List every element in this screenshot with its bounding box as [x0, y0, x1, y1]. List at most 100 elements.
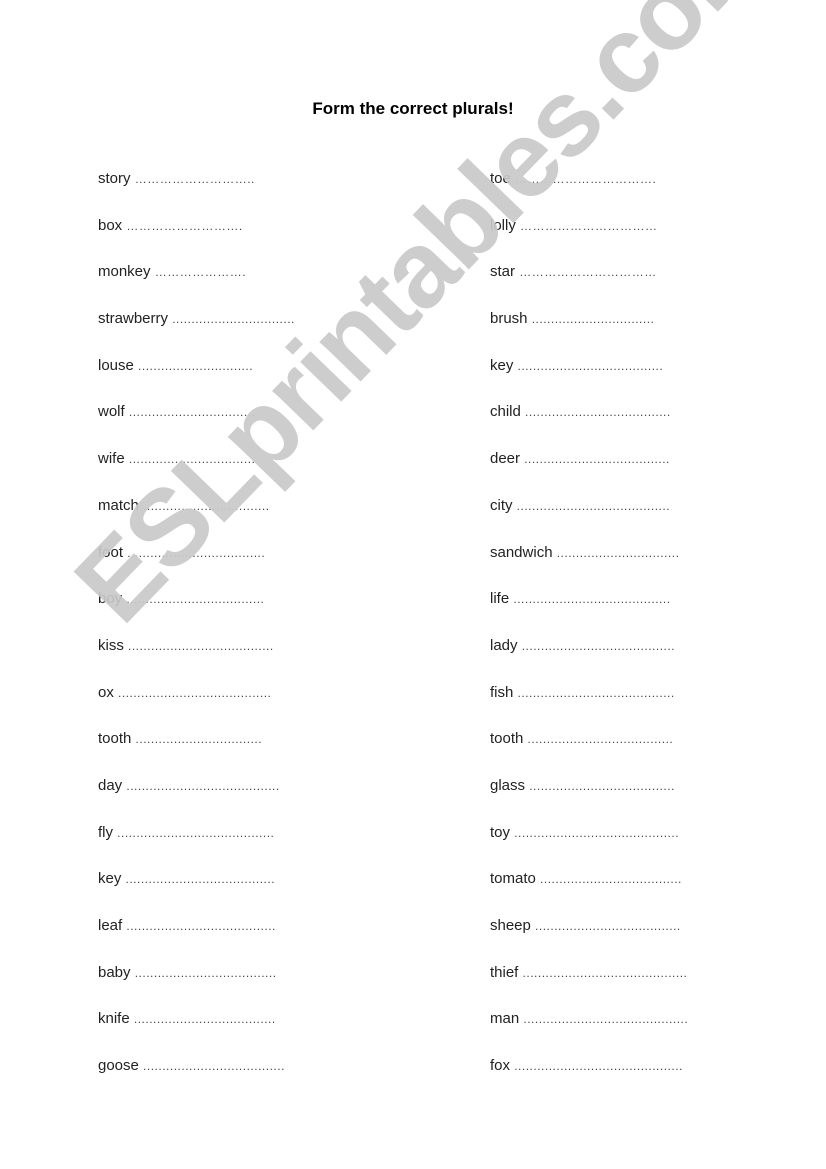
- word-item: goose ..................................…: [98, 1056, 295, 1103]
- answer-blank[interactable]: ........................................…: [518, 686, 675, 700]
- word-item: day ....................................…: [98, 776, 295, 823]
- singular-word: star: [490, 263, 516, 281]
- answer-blank[interactable]: .................................: [129, 452, 256, 466]
- singular-word: match: [98, 496, 139, 514]
- answer-blank[interactable]: ........................................…: [523, 1012, 688, 1026]
- answer-blank[interactable]: .......................................: [126, 919, 276, 933]
- singular-word: wolf: [98, 403, 125, 421]
- singular-word: louse: [98, 356, 134, 374]
- word-item: life ...................................…: [490, 589, 688, 636]
- answer-blank[interactable]: ....................................: [126, 592, 264, 606]
- singular-word: life: [490, 590, 510, 608]
- answer-blank[interactable]: .................................: [129, 405, 256, 419]
- answer-blank[interactable]: ......................................: [535, 919, 681, 933]
- singular-word: brush: [490, 310, 528, 328]
- answer-blank[interactable]: ........................................…: [117, 826, 274, 840]
- singular-word: box: [98, 216, 123, 234]
- answer-blank[interactable]: ....................................: [127, 546, 265, 560]
- word-item: toe …………………………….: [490, 169, 688, 216]
- word-item: tooth ..................................…: [490, 729, 688, 776]
- word-item: toy ....................................…: [490, 823, 688, 870]
- singular-word: leaf: [98, 917, 123, 934]
- word-item: city ...................................…: [490, 496, 688, 543]
- word-item: fish ...................................…: [490, 683, 688, 730]
- singular-word: tomato: [490, 870, 536, 888]
- singular-word: monkey: [98, 263, 151, 281]
- answer-blank[interactable]: .......................................: [126, 872, 276, 886]
- word-item: deer ...................................…: [490, 449, 688, 496]
- singular-word: story: [98, 170, 131, 187]
- word-item: wolf .................................: [98, 402, 295, 449]
- singular-word: toe: [490, 170, 511, 187]
- singular-word: boy: [98, 590, 123, 608]
- answer-blank[interactable]: ........................................: [522, 639, 675, 653]
- word-item: boy ....................................: [98, 589, 295, 636]
- answer-blank[interactable]: ……………………………: [520, 219, 658, 233]
- singular-word: ox: [98, 683, 114, 701]
- singular-word: tooth: [98, 730, 132, 748]
- answer-blank[interactable]: ......................................: [525, 405, 671, 419]
- answer-blank[interactable]: ........................................: [118, 686, 271, 700]
- word-item: kiss ...................................…: [98, 636, 295, 683]
- word-item: leaf ...................................…: [98, 916, 295, 963]
- singular-word: sandwich: [490, 543, 553, 561]
- singular-word: sheep: [490, 917, 531, 934]
- answer-blank[interactable]: ........................................…: [514, 826, 679, 840]
- answer-blank[interactable]: ................................: [557, 546, 680, 560]
- word-item: lolly ……………………………: [490, 216, 688, 263]
- word-item: thief ..................................…: [490, 963, 688, 1010]
- answer-blank[interactable]: ......................................: [529, 779, 675, 793]
- word-item: sheep ..................................…: [490, 916, 688, 963]
- word-item: tomato .................................…: [490, 869, 688, 916]
- word-item: star ……………………………: [490, 262, 688, 309]
- singular-word: glass: [490, 776, 526, 794]
- answer-blank[interactable]: ........................................…: [514, 1059, 683, 1073]
- answer-blank[interactable]: ……………………….: [126, 219, 242, 233]
- singular-word: day: [98, 776, 123, 794]
- singular-word: man: [490, 1010, 520, 1028]
- answer-blank[interactable]: ........................................: [126, 779, 279, 793]
- answer-blank[interactable]: ......................................: [128, 639, 274, 653]
- word-item: child ..................................…: [490, 402, 688, 449]
- answer-blank[interactable]: .....................................: [134, 1012, 276, 1026]
- word-item: key ....................................…: [490, 356, 688, 403]
- answer-blank[interactable]: .................................: [143, 499, 270, 513]
- answer-blank[interactable]: .....................................: [540, 872, 682, 886]
- singular-word: toy: [490, 823, 511, 841]
- singular-word: key: [98, 870, 122, 888]
- singular-word: thief: [490, 963, 519, 981]
- answer-blank[interactable]: ........................................…: [523, 966, 688, 980]
- answer-blank[interactable]: ………………………..: [135, 172, 255, 186]
- singular-word: lady: [490, 636, 518, 654]
- answer-blank[interactable]: .....................................: [135, 966, 277, 980]
- answer-blank[interactable]: ......................................: [524, 452, 670, 466]
- word-item: foot ...................................…: [98, 543, 295, 590]
- singular-word: foot: [98, 543, 124, 561]
- word-item: glass ..................................…: [490, 776, 688, 823]
- answer-blank[interactable]: ......................................: [528, 732, 674, 746]
- word-item: box ……………………….: [98, 216, 295, 263]
- singular-word: fish: [490, 683, 514, 701]
- word-item: tooth .................................: [98, 729, 295, 776]
- left-word-column: story ……………………….. box ………………………. monkey ………: [98, 169, 295, 1103]
- answer-blank[interactable]: ………………….: [155, 265, 246, 279]
- answer-blank[interactable]: ................................: [172, 312, 295, 326]
- answer-blank[interactable]: ……………………………: [519, 265, 657, 279]
- answer-blank[interactable]: ........................................…: [513, 592, 670, 606]
- answer-blank[interactable]: .....................................: [143, 1059, 285, 1073]
- word-item: monkey ………………….: [98, 262, 295, 309]
- word-item: sandwich ...............................…: [490, 543, 688, 590]
- answer-blank[interactable]: ................................: [532, 312, 655, 326]
- word-item: fly ....................................…: [98, 823, 295, 870]
- answer-blank[interactable]: ......................................: [518, 359, 664, 373]
- word-item: match .................................: [98, 496, 295, 543]
- singular-word: strawberry: [98, 310, 169, 328]
- answer-blank[interactable]: ..............................: [138, 359, 253, 373]
- answer-blank[interactable]: ........................................: [517, 499, 670, 513]
- answer-blank[interactable]: …………………………….: [515, 172, 656, 186]
- answer-blank[interactable]: .................................: [136, 732, 263, 746]
- singular-word: city: [490, 496, 513, 514]
- singular-word: lolly: [490, 216, 516, 234]
- word-item: knife ..................................…: [98, 1009, 295, 1056]
- singular-word: knife: [98, 1010, 130, 1028]
